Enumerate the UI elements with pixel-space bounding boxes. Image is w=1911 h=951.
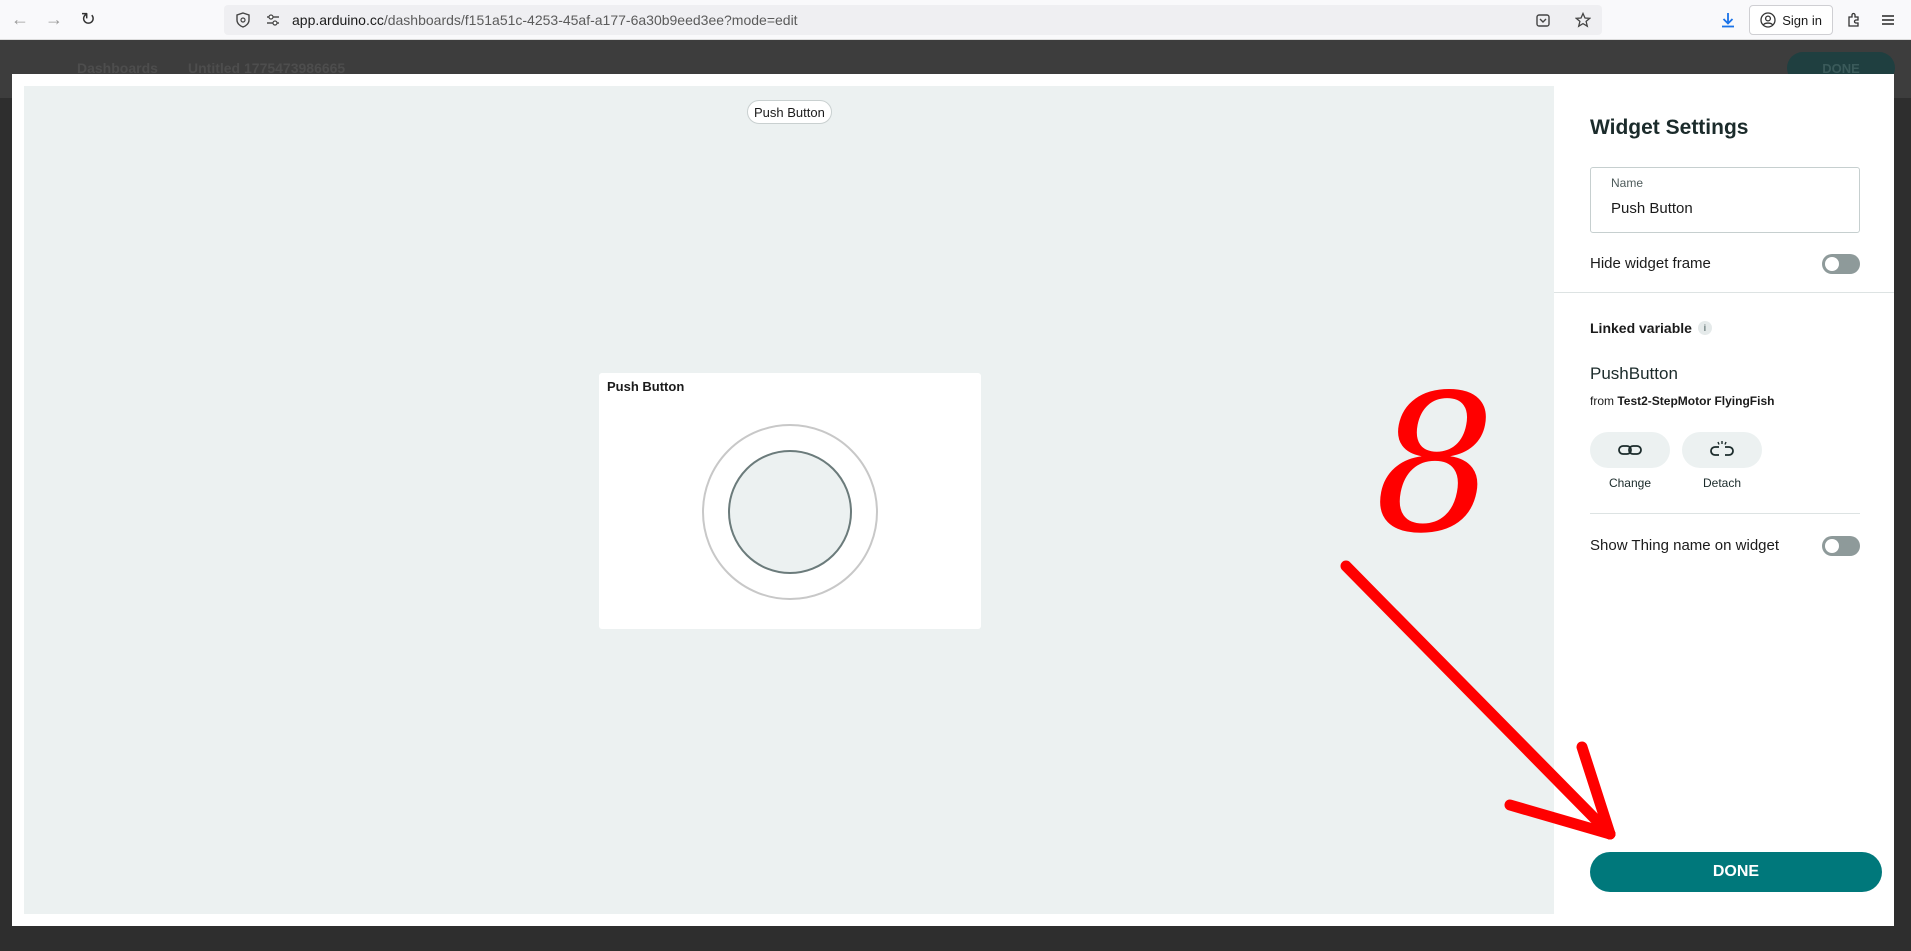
settings-panel: Widget Settings Name Hide widget frame L… <box>1554 74 1894 926</box>
sign-in-button[interactable]: Sign in <box>1749 5 1833 35</box>
name-input[interactable] <box>1611 200 1841 217</box>
push-button-widget: Push Button <box>599 373 981 629</box>
section-divider <box>1554 292 1894 293</box>
push-button-control[interactable] <box>728 450 852 574</box>
site-permissions-icon[interactable] <box>262 9 284 31</box>
thing-name: Test2-StepMotor FlyingFish <box>1617 394 1775 408</box>
hamburger-menu-icon[interactable] <box>1875 6 1901 34</box>
downloads-icon[interactable] <box>1715 6 1741 34</box>
url-text[interactable]: app.arduino.cc/dashboards/f151a51c-4253-… <box>292 12 798 28</box>
show-thing-name-label: Show Thing name on widget <box>1590 537 1780 554</box>
account-icon <box>1760 12 1776 28</box>
widget-type-pill: Push Button <box>747 100 832 124</box>
back-arrow-icon[interactable]: ← <box>6 6 34 34</box>
address-bar[interactable]: app.arduino.cc/dashboards/f151a51c-4253-… <box>224 5 1602 35</box>
from-prefix: from <box>1590 394 1614 408</box>
linked-variable-name: PushButton <box>1590 364 1678 383</box>
change-label: Change <box>1608 476 1652 490</box>
shield-icon[interactable] <box>232 9 254 31</box>
reload-icon[interactable]: ↻ <box>74 6 102 34</box>
done-button[interactable]: DONE <box>1590 852 1882 892</box>
link-icon <box>1618 445 1642 455</box>
hide-frame-label: Hide widget frame <box>1590 255 1711 272</box>
linked-variable-label: Linked variable <box>1590 320 1692 336</box>
sign-in-label: Sign in <box>1782 12 1822 28</box>
detach-label: Detach <box>1702 476 1742 490</box>
show-thing-name-toggle[interactable] <box>1822 536 1860 556</box>
change-variable-button[interactable] <box>1590 432 1670 468</box>
toggle-knob <box>1825 539 1839 553</box>
browser-toolbar: ← → ↻ app.arduino.cc/dashboards/f151a51c… <box>0 0 1911 40</box>
settings-title: Widget Settings <box>1590 116 1749 139</box>
bookmark-star-icon[interactable] <box>1572 9 1594 31</box>
push-button-ring <box>702 424 878 600</box>
toggle-knob <box>1825 257 1839 271</box>
widget-title: Push Button <box>607 379 685 394</box>
extensions-icon[interactable] <box>1841 6 1867 34</box>
hide-frame-toggle[interactable] <box>1822 254 1860 274</box>
linked-thing-source: from Test2-StepMotor FlyingFish <box>1590 394 1774 408</box>
save-to-pocket-icon[interactable] <box>1532 9 1554 31</box>
forward-arrow-icon[interactable]: → <box>40 6 68 34</box>
linked-variable-heading: Linked variable i <box>1590 320 1712 336</box>
inner-divider <box>1590 513 1860 514</box>
unlink-icon <box>1710 441 1734 456</box>
name-field[interactable]: Name <box>1590 167 1860 233</box>
info-icon[interactable]: i <box>1697 321 1712 335</box>
name-field-label: Name <box>1611 176 1644 190</box>
widget-preview-canvas: Push Button Push Button <box>24 86 1554 914</box>
widget-settings-modal: Push Button Push Button Widget Settings … <box>12 74 1894 926</box>
detach-variable-button[interactable] <box>1682 432 1762 468</box>
